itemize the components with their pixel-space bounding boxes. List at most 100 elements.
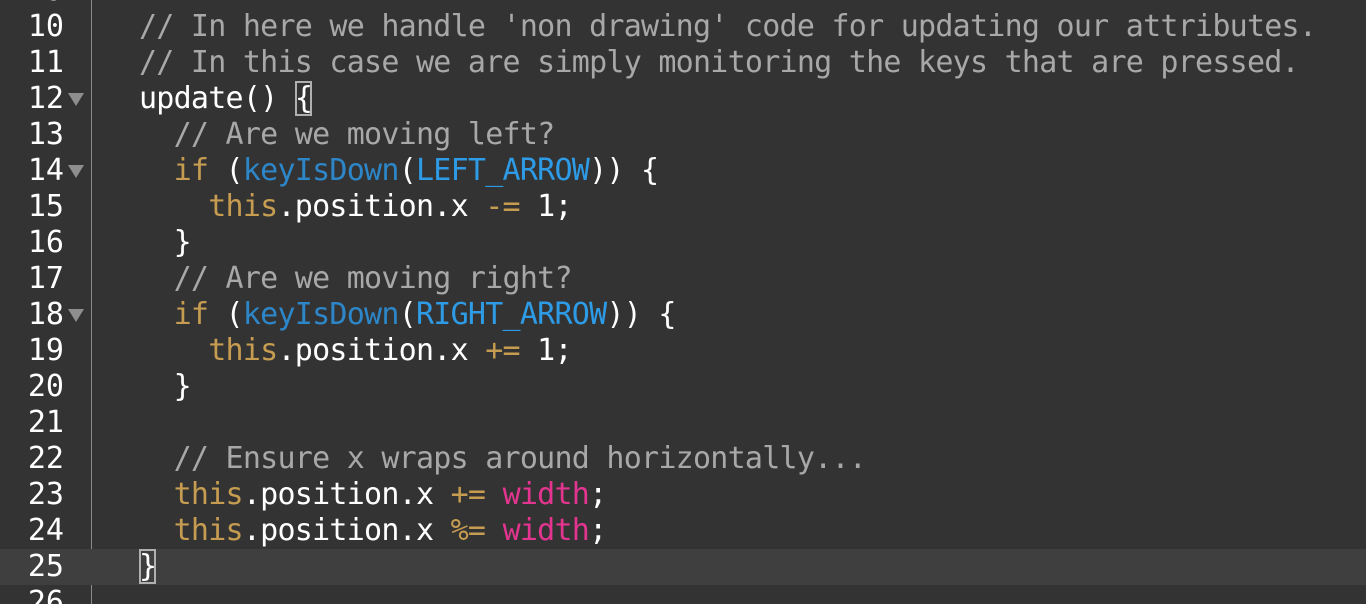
- code-text[interactable]: this.position.x %= width;: [139, 513, 608, 549]
- code-token: .position.x: [242, 477, 451, 512]
- code-text[interactable]: // Ensure x wraps around horizontally...: [139, 441, 867, 477]
- code-token: this: [173, 513, 244, 548]
- code-token: // Are we moving left?: [173, 117, 556, 152]
- fold-arrow-icon[interactable]: [68, 165, 84, 178]
- line-number: 9: [0, 0, 64, 9]
- line-number: 13: [27, 117, 64, 152]
- line-number: 24: [27, 513, 64, 548]
- code-token: // Ensure x wraps around horizontally...: [173, 441, 867, 476]
- code-token: )) {: [606, 297, 676, 332]
- code-line[interactable]: 11 // In this case we are simply monitori…: [0, 45, 1366, 81]
- code-line[interactable]: 18 if (keyIsDown(RIGHT_ARROW)) {: [0, 297, 1366, 333]
- line-number: 10: [27, 9, 64, 44]
- code-line[interactable]: 20 }: [0, 369, 1366, 405]
- code-text[interactable]: this.position.x += width;: [139, 477, 608, 513]
- code-token: this: [173, 477, 244, 512]
- code-token: ;: [589, 513, 607, 548]
- code-token: this: [208, 189, 278, 224]
- matched-bracket: }: [139, 549, 157, 584]
- code-lines[interactable]: 910 // In here we handle 'non drawing' co…: [0, 0, 1366, 604]
- code-text[interactable]: // In this case we are simply monitoring…: [139, 45, 1300, 81]
- code-line[interactable]: 22 // Ensure x wraps around horizontally…: [0, 441, 1366, 477]
- line-number: 15: [27, 189, 64, 224]
- code-line[interactable]: 9: [0, 0, 1366, 9]
- code-token: // Are we moving right?: [173, 261, 573, 296]
- code-text[interactable]: }: [139, 225, 192, 261]
- code-token: .position.x: [277, 189, 486, 224]
- line-number: 26: [27, 585, 64, 604]
- line-number: 19: [27, 333, 64, 368]
- code-token: +=: [485, 333, 520, 368]
- code-text[interactable]: }: [139, 549, 157, 585]
- code-line[interactable]: 15 this.position.x -= 1;: [0, 189, 1366, 225]
- code-token: }: [139, 225, 192, 260]
- code-line[interactable]: 10 // In here we handle 'non drawing' cod…: [0, 9, 1366, 45]
- fold-arrow-icon[interactable]: [68, 93, 84, 106]
- code-text[interactable]: // In here we handle 'non drawing' code …: [139, 9, 1317, 45]
- code-line[interactable]: 26: [0, 585, 1366, 604]
- code-line[interactable]: 25}: [0, 549, 1366, 585]
- matched-bracket: {: [294, 81, 313, 116]
- code-token: if: [173, 297, 209, 332]
- code-token: )) {: [589, 153, 659, 188]
- code-text[interactable]: this.position.x -= 1;: [139, 189, 572, 225]
- code-token: (: [208, 297, 244, 332]
- code-token: keyIsDown: [242, 297, 400, 332]
- code-text[interactable]: update() {: [139, 81, 313, 117]
- code-token: .position.x: [242, 513, 451, 548]
- code-line[interactable]: 24 this.position.x %= width;: [0, 513, 1366, 549]
- line-number: 12: [27, 81, 64, 116]
- code-line[interactable]: 12 update() {: [0, 81, 1366, 117]
- code-line[interactable]: 13 // Are we moving left?: [0, 117, 1366, 153]
- line-number: 18: [27, 297, 64, 332]
- code-token: }: [139, 369, 192, 404]
- code-token: keyIsDown: [242, 153, 400, 188]
- line-number: 22: [27, 441, 64, 476]
- code-line[interactable]: 23 this.position.x += width;: [0, 477, 1366, 513]
- code-line[interactable]: 16 }: [0, 225, 1366, 261]
- code-text[interactable]: if (keyIsDown(RIGHT_ARROW)) {: [139, 297, 677, 333]
- code-token: (: [398, 153, 417, 188]
- code-token: %=: [450, 513, 486, 548]
- code-token: // In this case we are simply monitoring…: [139, 45, 1300, 80]
- code-token: 1;: [519, 333, 572, 368]
- code-token: // In here we handle 'non drawing' code …: [139, 9, 1317, 44]
- line-number: 25: [27, 549, 64, 584]
- code-token: update(): [139, 81, 295, 116]
- code-token: RIGHT_ARROW: [416, 297, 607, 332]
- line-number: 14: [27, 153, 64, 188]
- code-token: LEFT_ARROW: [416, 153, 590, 188]
- code-token: ;: [589, 477, 607, 512]
- line-number: 23: [27, 477, 64, 512]
- code-token: width: [502, 513, 590, 548]
- code-line[interactable]: 19 this.position.x += 1;: [0, 333, 1366, 369]
- code-token: if: [173, 153, 209, 188]
- fold-arrow-icon[interactable]: [68, 309, 84, 322]
- code-editor[interactable]: 910 // In here we handle 'non drawing' co…: [0, 0, 1366, 604]
- code-line[interactable]: 14 if (keyIsDown(LEFT_ARROW)) {: [0, 153, 1366, 189]
- code-text[interactable]: // Are we moving left?: [139, 117, 556, 153]
- code-token: width: [502, 477, 590, 512]
- line-number: 16: [27, 225, 64, 260]
- line-number: 21: [27, 405, 64, 440]
- line-number: 20: [27, 369, 64, 404]
- code-token: 1;: [519, 189, 572, 224]
- code-line[interactable]: 21: [0, 405, 1366, 441]
- line-number: 11: [27, 45, 64, 80]
- code-text[interactable]: }: [139, 369, 192, 405]
- code-text[interactable]: // Are we moving right?: [139, 261, 573, 297]
- code-line[interactable]: 17 // Are we moving right?: [0, 261, 1366, 297]
- code-text[interactable]: this.position.x += 1;: [139, 333, 572, 369]
- code-text[interactable]: if (keyIsDown(LEFT_ARROW)) {: [139, 153, 660, 189]
